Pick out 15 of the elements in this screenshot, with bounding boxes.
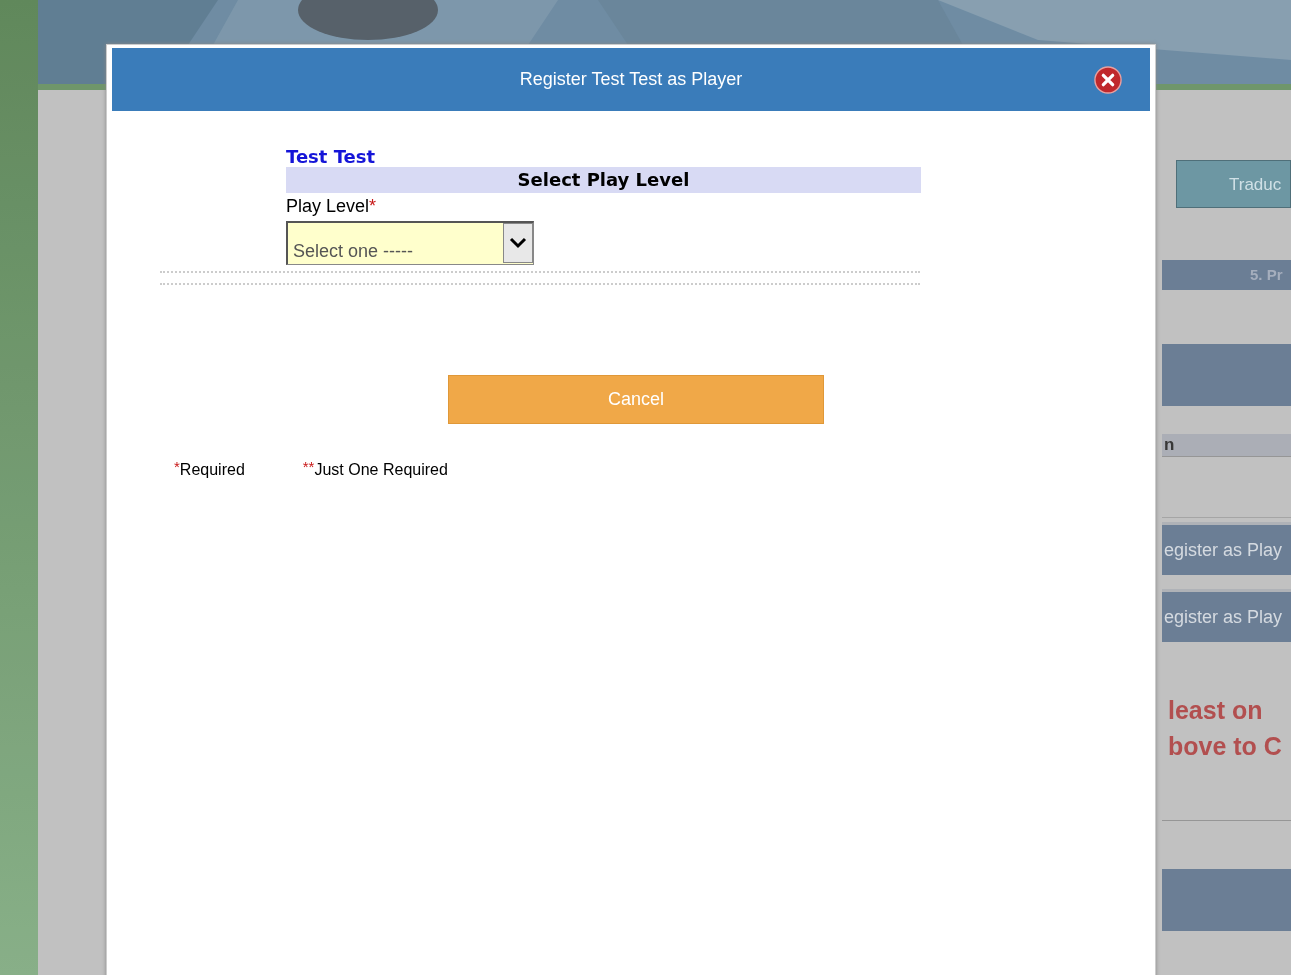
register-button[interactable]: egister as Play bbox=[1162, 589, 1291, 642]
field-label: Play Level* bbox=[286, 196, 377, 217]
notice-text: bove to C bbox=[1168, 731, 1283, 762]
caret-icon bbox=[503, 223, 533, 263]
column-header: n bbox=[1162, 434, 1291, 457]
register-button[interactable]: egister as Play bbox=[1162, 522, 1291, 575]
translate-button[interactable]: Traduc bbox=[1176, 160, 1291, 208]
close-icon[interactable] bbox=[1094, 66, 1122, 94]
cancel-button[interactable]: Cancel bbox=[448, 375, 824, 424]
player-name: Test Test bbox=[286, 146, 376, 167]
section-heading: 5. Pr bbox=[1162, 260, 1291, 290]
notice-text: least on bbox=[1168, 695, 1264, 726]
dialog-title: Register Test Test as Player bbox=[519, 69, 743, 90]
play-level-select[interactable]: Select one ----- bbox=[286, 221, 534, 265]
section-title: Select Play Level bbox=[286, 167, 921, 193]
